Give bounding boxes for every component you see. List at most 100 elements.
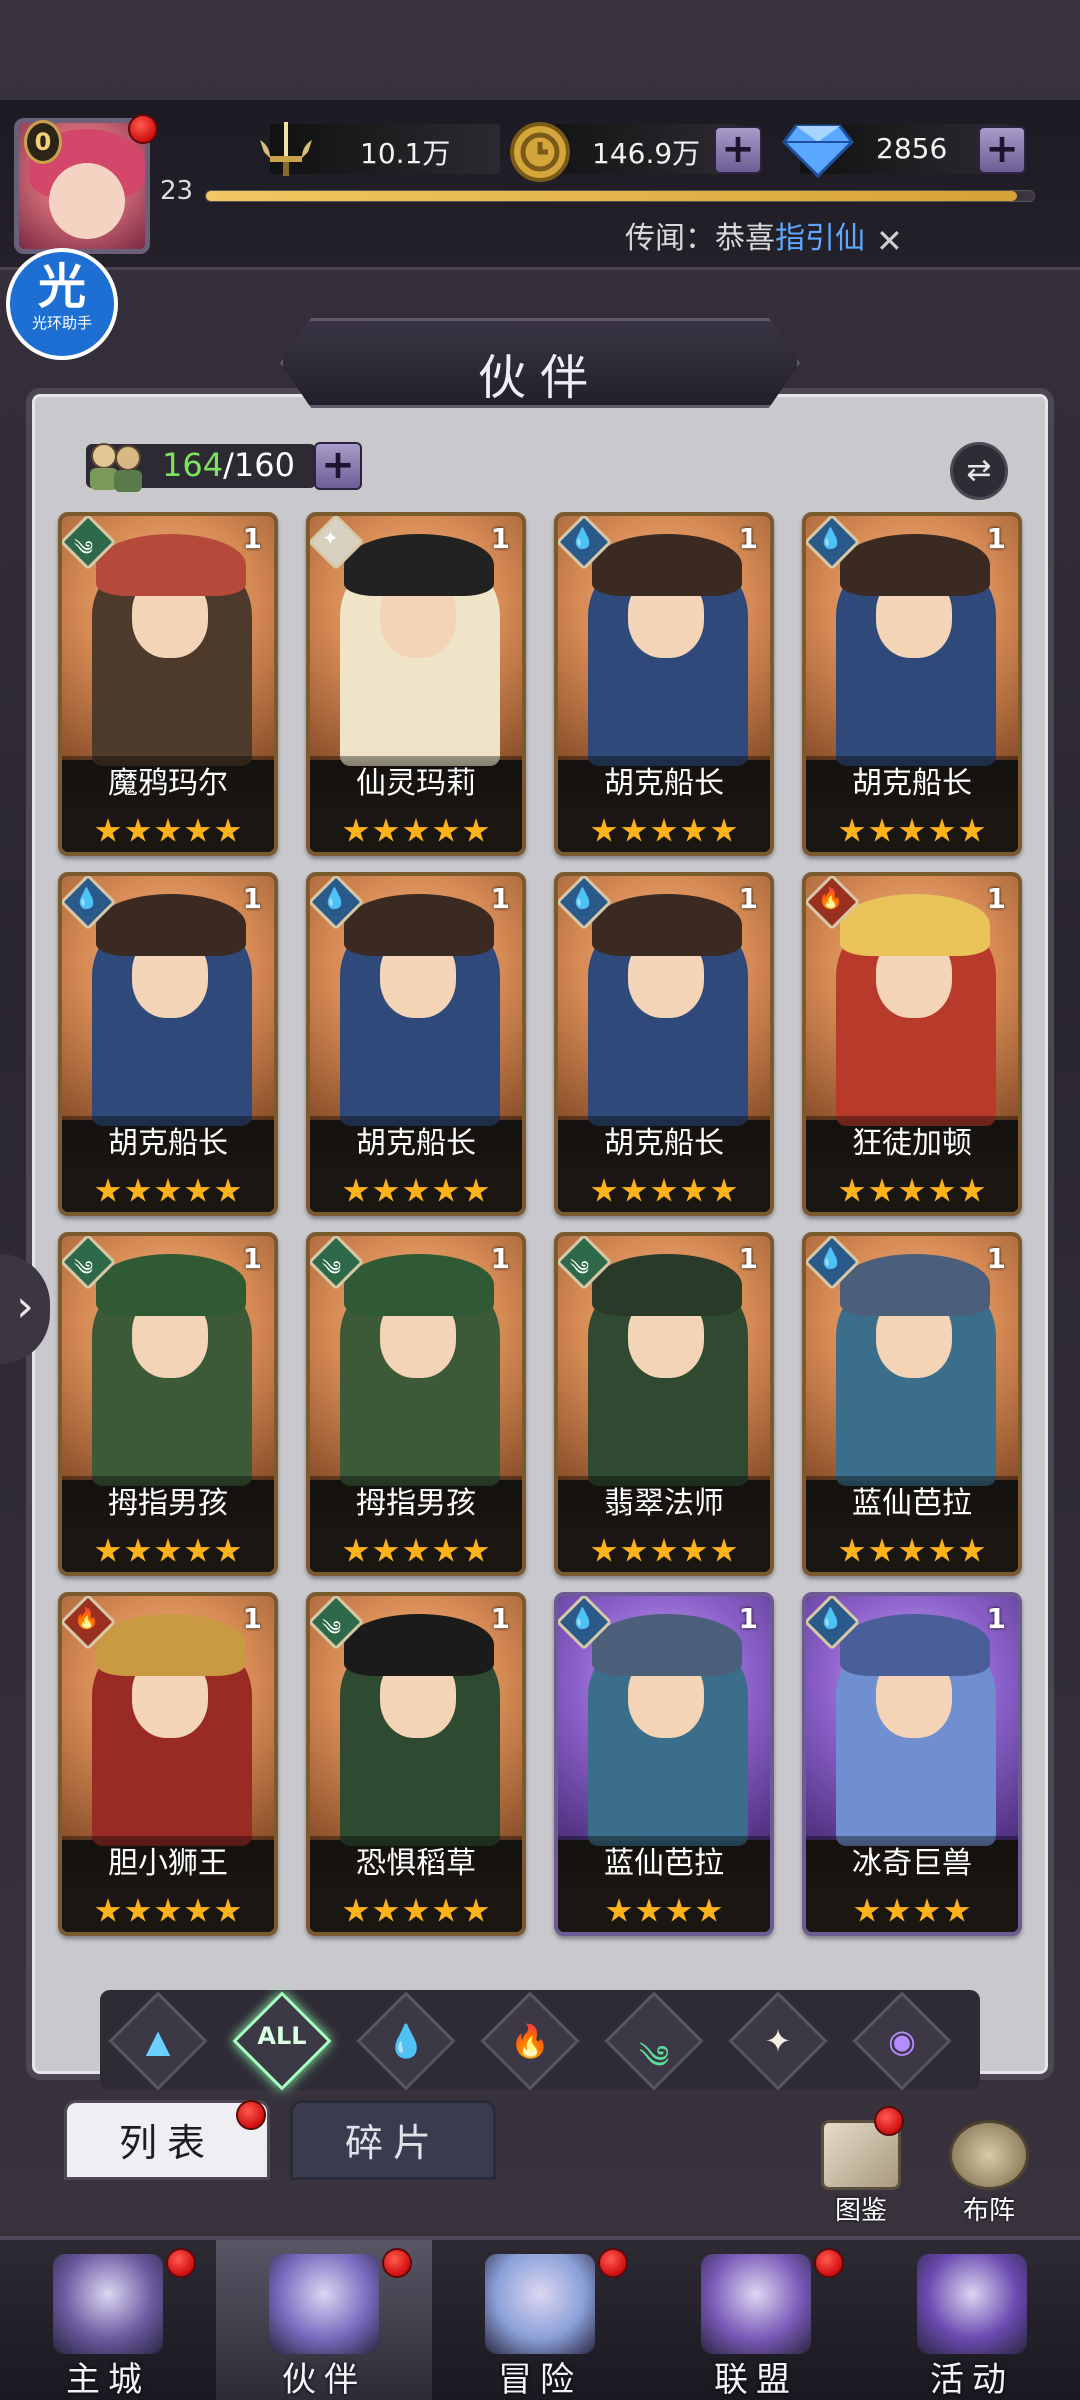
card-hat: [96, 1614, 246, 1676]
card-name: 胡克船长: [558, 1116, 770, 1172]
roster-count: 164/160: [162, 446, 295, 484]
partner-card[interactable]: 🔥 1 胆小狮王: [58, 1592, 278, 1936]
nav-icon: [917, 2254, 1027, 2354]
partner-card[interactable]: 💧 1 蓝仙芭拉: [554, 1592, 774, 1936]
partner-card[interactable]: ༄ 1 魔鸦玛尔: [58, 512, 278, 856]
element-glyph: ༄: [74, 536, 94, 560]
card-hat: [592, 1254, 742, 1316]
helper-bubble[interactable]: 光 光环助手: [6, 248, 118, 360]
star-icon: [463, 818, 489, 842]
element-glyph: 🔥: [74, 1606, 99, 1630]
nav-item-4[interactable]: 活动: [864, 2240, 1080, 2400]
helper-glyph: 光: [37, 259, 86, 315]
star-icon: [959, 1538, 985, 1562]
add-diamond-button[interactable]: +: [978, 126, 1026, 174]
partner-card[interactable]: 🔥 1 狂徒加顿: [802, 872, 1022, 1216]
element-glyph: 💧: [570, 526, 595, 550]
card-name: 恐惧稻草: [310, 1836, 522, 1892]
star-icon: [155, 1178, 181, 1202]
tab-fragments[interactable]: 碎片: [290, 2100, 496, 2180]
filter-dark-icon: ▲: [145, 2022, 171, 2060]
card-hat: [96, 1254, 246, 1316]
card-name: 冰奇巨兽: [806, 1836, 1018, 1892]
star-icon: [343, 1178, 369, 1202]
partner-card[interactable]: ༄ 1 拇指男孩: [306, 1232, 526, 1576]
nav-notify-dot: [598, 2248, 628, 2278]
partner-card[interactable]: ༄ 1 拇指男孩: [58, 1232, 278, 1576]
player-level: 23: [160, 176, 194, 206]
nav-label: 冒险: [498, 2360, 582, 2400]
card-level: 1: [738, 882, 758, 915]
filter-all-icon: ALL: [257, 2022, 307, 2050]
nav-label: 活动: [930, 2360, 1014, 2400]
card-hat: [592, 894, 742, 956]
partner-card[interactable]: ༄ 1 翡翠法师: [554, 1232, 774, 1576]
star-icon: [636, 1898, 662, 1922]
card-name: 胡克船长: [62, 1116, 274, 1172]
star-icon: [591, 818, 617, 842]
card-name: 胆小狮王: [62, 1836, 274, 1892]
expand-roster-button[interactable]: +: [314, 442, 362, 490]
codex-label: 图鉴: [834, 2196, 887, 2226]
xp-bar-fill: [206, 191, 1018, 201]
roster-current: 164: [162, 446, 224, 484]
sort-swap-button[interactable]: ⇄: [950, 442, 1008, 500]
page-title: 伙伴: [477, 350, 602, 406]
formation-label: 布阵: [962, 2196, 1015, 2226]
card-name: 胡克船长: [806, 756, 1018, 812]
card-hat: [840, 534, 990, 596]
star-icon: [869, 1178, 895, 1202]
partner-card[interactable]: ✦ 1 仙灵玛莉: [306, 512, 526, 856]
element-glyph: ༄: [322, 1256, 342, 1280]
star-icon: [433, 1178, 459, 1202]
card-level: 1: [738, 1242, 758, 1275]
rumor-close-icon[interactable]: ✕: [876, 222, 903, 260]
star-icon: [373, 818, 399, 842]
partner-card[interactable]: 💧 1 胡克船长: [554, 872, 774, 1216]
star-icon: [463, 1178, 489, 1202]
card-stars: [310, 1892, 522, 1932]
star-icon: [959, 1178, 985, 1202]
card-level: 1: [986, 1242, 1006, 1275]
partner-card[interactable]: 💧 1 胡克船长: [306, 872, 526, 1216]
star-icon: [944, 1898, 970, 1922]
filter-wind-icon: ༄: [638, 2038, 670, 2076]
star-icon: [621, 1538, 647, 1562]
codex-button[interactable]: 图鉴: [806, 2120, 916, 2230]
star-icon: [899, 1178, 925, 1202]
star-icon: [433, 1898, 459, 1922]
partner-card[interactable]: 💧 1 蓝仙芭拉: [802, 1232, 1022, 1576]
add-gold-button[interactable]: +: [714, 126, 762, 174]
element-glyph: 💧: [570, 1606, 595, 1630]
element-glyph: ༄: [322, 1616, 342, 1640]
star-icon: [869, 818, 895, 842]
partners-icon: [90, 443, 142, 492]
partner-card[interactable]: 💧 1 胡克船长: [58, 872, 278, 1216]
star-icon: [125, 1178, 151, 1202]
star-icon: [433, 1538, 459, 1562]
nav-notify-dot: [166, 2248, 196, 2278]
element-glyph: 💧: [818, 1606, 843, 1630]
card-hat: [840, 1614, 990, 1676]
nav-notify-dot: [382, 2248, 412, 2278]
card-level: 1: [490, 522, 510, 555]
partner-card[interactable]: 💧 1 胡克船长: [554, 512, 774, 856]
star-icon: [343, 1538, 369, 1562]
card-hat: [344, 1614, 494, 1676]
card-stars: [310, 1532, 522, 1572]
nav-icon: [485, 2254, 595, 2354]
star-icon: [185, 1538, 211, 1562]
partner-card[interactable]: ༄ 1 恐惧稻草: [306, 1592, 526, 1936]
star-icon: [185, 1898, 211, 1922]
card-stars: [62, 1892, 274, 1932]
card-name: 蓝仙芭拉: [806, 1476, 1018, 1532]
partner-card[interactable]: 💧 1 冰奇巨兽: [802, 1592, 1022, 1936]
card-name: 拇指男孩: [310, 1476, 522, 1532]
star-icon: [95, 1898, 121, 1922]
partner-card[interactable]: 💧 1 胡克船长: [802, 512, 1022, 856]
avatar-face: [49, 163, 125, 239]
star-icon: [914, 1898, 940, 1922]
formation-button[interactable]: 布阵: [934, 2120, 1044, 2230]
star-icon: [711, 818, 737, 842]
card-hat: [840, 1254, 990, 1316]
